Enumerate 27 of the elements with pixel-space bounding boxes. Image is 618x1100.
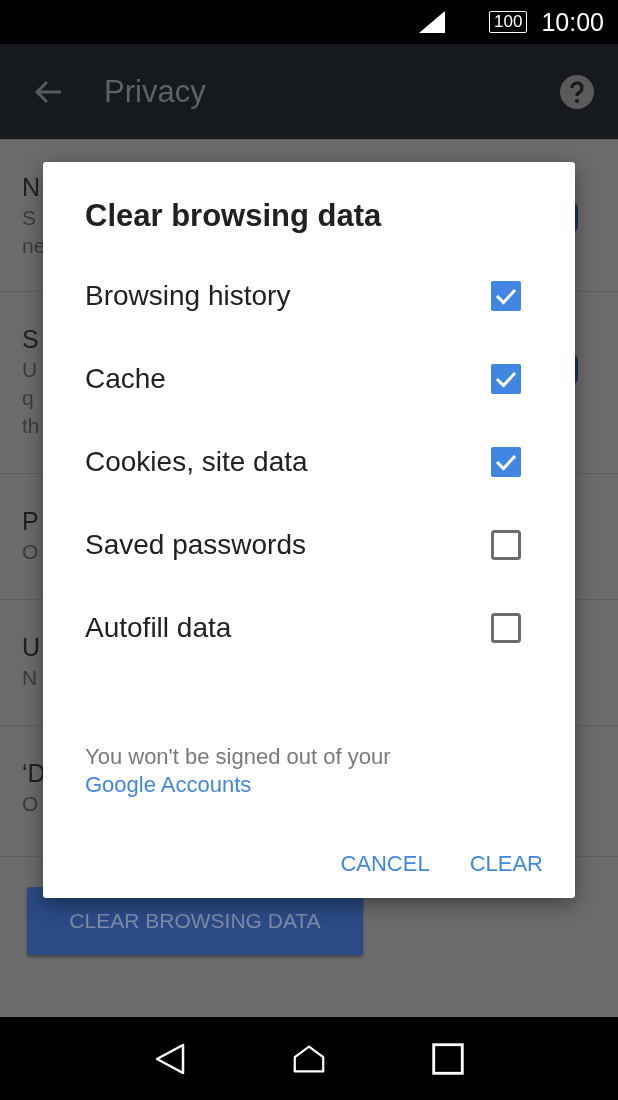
dialog-button[interactable]: CANCEL [330,843,440,885]
back-arrow-icon[interactable] [34,79,62,104]
option-label: Cookies, site data [85,445,308,478]
checkbox[interactable] [491,529,521,560]
setting-title: S [22,324,39,355]
dialog-button[interactable]: CLEAR [459,843,553,885]
option-label: Autofill data [85,611,232,644]
help-icon[interactable] [560,74,594,109]
back-triangle-icon[interactable] [153,1042,186,1075]
option-label: Browsing history [85,279,291,312]
battery-level: 100 [489,11,528,33]
checkbox[interactable] [491,280,521,311]
checkbox[interactable] [491,446,521,477]
clock-time: 10:00 [541,7,604,37]
note-text: You won't be signed out of your Google Accounts [85,743,392,799]
setting-title: P [22,506,39,537]
square-icon[interactable] [432,1042,465,1075]
option-label: Saved passwords [85,528,306,561]
option-label: Cache [85,362,166,395]
checkbox[interactable] [491,612,521,643]
dialog-title: Clear browsing data [85,198,383,235]
checkbox[interactable] [491,363,521,394]
google-accounts-link[interactable]: Google Accounts [85,772,252,797]
screen-title: Privacy [104,73,207,110]
signal-icon [419,11,446,33]
setting-title: N [22,172,41,203]
setting-title: U [22,632,41,663]
